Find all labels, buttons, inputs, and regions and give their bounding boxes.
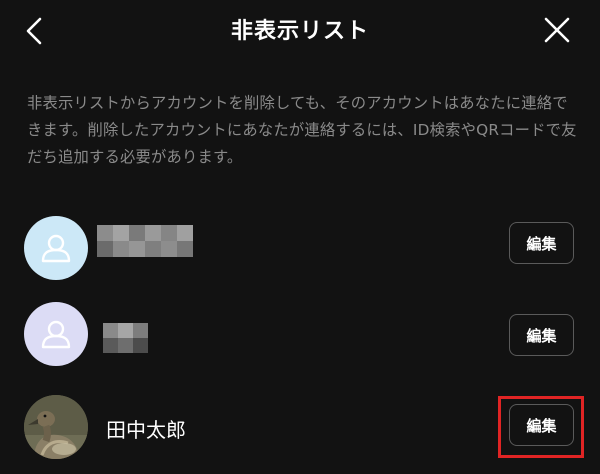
- duck-photo: [24, 395, 88, 459]
- avatar[interactable]: [24, 302, 88, 366]
- edit-button[interactable]: 編集: [509, 222, 574, 264]
- avatar[interactable]: [24, 395, 88, 459]
- blurred-contact-name: [97, 225, 193, 257]
- header: 非表示リスト: [0, 0, 600, 62]
- contact-name: 田中太郎: [106, 418, 186, 442]
- close-button[interactable]: [540, 13, 574, 47]
- close-icon: [544, 17, 570, 43]
- contact-row: 田中太郎 編集: [0, 388, 600, 468]
- person-icon: [41, 234, 71, 263]
- contact-row: 編集: [0, 294, 600, 374]
- edit-button[interactable]: 編集: [509, 314, 574, 356]
- hidden-list-description: 非表示リストからアカウントを削除しても、そのアカウントはあなたに連絡できます。削…: [27, 94, 577, 166]
- person-icon: [41, 320, 71, 349]
- blurred-contact-name: [103, 323, 148, 353]
- page-title: 非表示リスト: [230, 19, 369, 44]
- avatar[interactable]: [24, 216, 88, 280]
- edit-button[interactable]: 編集: [509, 404, 574, 446]
- contact-row: 編集: [0, 208, 600, 288]
